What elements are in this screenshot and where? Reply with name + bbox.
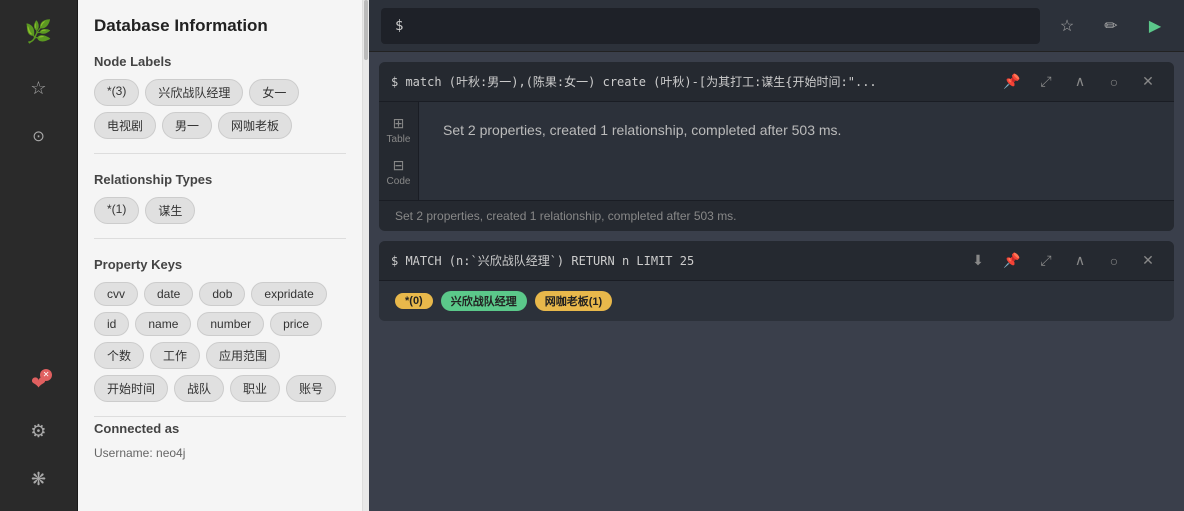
command-input[interactable]: [411, 18, 1026, 34]
code-icon: ⊟: [393, 157, 405, 174]
panel2-tag-row: *(0) 兴欣战队经理 网咖老板(1): [379, 281, 1174, 321]
tag-zhandui[interactable]: 战队: [174, 375, 224, 402]
panel2-header: $ MATCH (n:`兴欣战队经理`) RETURN n LIMIT 25 ⬇…: [379, 241, 1174, 281]
tag-date[interactable]: date: [144, 282, 193, 306]
tag-star3[interactable]: *(3): [94, 79, 139, 106]
result-panel-2: $ MATCH (n:`兴欣战队经理`) RETURN n LIMIT 25 ⬇…: [379, 241, 1174, 321]
icon-bar: 🌿 ☆ ⊙ ❤ ✕ ⚙ ❋: [0, 0, 78, 511]
tag-dianjv[interactable]: 电视剧: [94, 112, 156, 139]
panel1-table-tab[interactable]: ⊞ Table: [381, 110, 417, 150]
prop-keys-tags: cvv date dob expridate id name number pr…: [94, 282, 346, 402]
panel2-tag-1[interactable]: *(0): [395, 293, 433, 309]
panel2-refresh-btn[interactable]: ○: [1100, 247, 1128, 275]
sidebar-scrollbar[interactable]: [363, 0, 369, 511]
tag-expridate[interactable]: expridate: [251, 282, 326, 306]
code-tab-label: Code: [387, 176, 411, 187]
panel1-query: $ match (叶秋:男一),(陈果:女一) create (叶秋)-[为其打…: [391, 73, 992, 90]
tag-kaishi[interactable]: 开始时间: [94, 375, 168, 402]
panel1-close-btn[interactable]: ✕: [1134, 68, 1162, 96]
panel1-header: $ match (叶秋:男一),(陈果:女一) create (叶秋)-[为其打…: [379, 62, 1174, 102]
app-logo: 🌿: [17, 10, 61, 54]
panel1-side-tabs: ⊞ Table ⊟ Code: [379, 102, 419, 200]
tag-dob[interactable]: dob: [199, 282, 245, 306]
tag-geshu[interactable]: 个数: [94, 342, 144, 369]
tag-nvyi[interactable]: 女一: [249, 79, 299, 106]
table-tab-label: Table: [387, 134, 411, 145]
sidebar-title: Database Information: [94, 16, 346, 36]
panel2-pin-btn[interactable]: 📌: [998, 247, 1026, 275]
star-nav-icon[interactable]: ☆: [17, 66, 61, 110]
tag-nanyi[interactable]: 男一: [162, 112, 212, 139]
divider1: [94, 153, 346, 154]
panel2-tag-2[interactable]: 兴欣战队经理: [441, 291, 527, 311]
panel2-download-btn[interactable]: ⬇: [964, 247, 992, 275]
sidebar: Database Information Node Labels *(3) 兴欣…: [78, 0, 363, 511]
panel1-code-tab[interactable]: ⊟ Code: [381, 152, 417, 192]
panel1-footer: Set 2 properties, created 1 relationship…: [379, 200, 1174, 231]
tag-name[interactable]: name: [135, 312, 191, 336]
rel-types-tags: *(1) 谋生: [94, 197, 346, 224]
panel2-close-btn[interactable]: ✕: [1134, 247, 1162, 275]
tag-yingyong[interactable]: 应用范围: [206, 342, 280, 369]
panel1-body: ⊞ Table ⊟ Code Set 2 properties, created…: [379, 102, 1174, 200]
node-labels-heading: Node Labels: [94, 54, 346, 69]
tag-number[interactable]: number: [197, 312, 264, 336]
tag-zhiye[interactable]: 职业: [230, 375, 280, 402]
search-nav-icon[interactable]: ⊙: [17, 114, 61, 158]
panel1-expand-btn[interactable]: ⤢: [1032, 68, 1060, 96]
result-panels: $ match (叶秋:男一),(陈果:女一) create (叶秋)-[为其打…: [369, 52, 1184, 511]
command-bar: $ ☆ ✏ ▶: [369, 0, 1184, 52]
tag-wangka[interactable]: 网咖老板: [218, 112, 292, 139]
settings-nav-icon[interactable]: ⚙: [17, 409, 61, 453]
connected-username: Username: neo4j: [94, 446, 346, 460]
divider2: [94, 238, 346, 239]
panel2-query: $ MATCH (n:`兴欣战队经理`) RETURN n LIMIT 25: [391, 252, 958, 269]
sidebar-scroll-thumb[interactable]: [364, 0, 368, 60]
divider3: [94, 416, 346, 417]
panel1-content-text: Set 2 properties, created 1 relationship…: [443, 122, 841, 138]
cmd-dollar-sign: $: [395, 18, 403, 34]
tag-star1[interactable]: *(1): [94, 197, 139, 224]
tag-id[interactable]: id: [94, 312, 129, 336]
panel1-up-btn[interactable]: ∧: [1066, 68, 1094, 96]
panel2-expand-btn[interactable]: ⤢: [1032, 247, 1060, 275]
connected-as-heading: Connected as: [94, 421, 346, 436]
panel2-tag-3[interactable]: 网咖老板(1): [535, 291, 612, 311]
panel1-refresh-btn[interactable]: ○: [1100, 68, 1128, 96]
node-labels-tags: *(3) 兴欣战队经理 女一 电视剧 男一 网咖老板: [94, 79, 346, 139]
bulb-nav-icon[interactable]: ❋: [17, 457, 61, 501]
panel1-content: Set 2 properties, created 1 relationship…: [419, 102, 1174, 200]
favorite-cmd-btn[interactable]: ☆: [1050, 9, 1084, 43]
panel2-up-btn[interactable]: ∧: [1066, 247, 1094, 275]
command-input-wrapper: $: [381, 8, 1040, 44]
tag-price[interactable]: price: [270, 312, 322, 336]
rel-types-heading: Relationship Types: [94, 172, 346, 187]
result-panel-1: $ match (叶秋:男一),(陈果:女一) create (叶秋)-[为其打…: [379, 62, 1174, 231]
tag-gongzuo[interactable]: 工作: [150, 342, 200, 369]
error-nav-icon[interactable]: ❤ ✕: [17, 361, 61, 405]
edit-cmd-btn[interactable]: ✏: [1094, 9, 1128, 43]
tag-zhanghao[interactable]: 账号: [286, 375, 336, 402]
table-icon: ⊞: [393, 115, 405, 132]
tag-mou[interactable]: 谋生: [145, 197, 195, 224]
panel1-pin-btn[interactable]: 📌: [998, 68, 1026, 96]
tag-xingxin[interactable]: 兴欣战队经理: [145, 79, 243, 106]
prop-keys-heading: Property Keys: [94, 257, 346, 272]
run-cmd-btn[interactable]: ▶: [1138, 9, 1172, 43]
tag-cvv[interactable]: cvv: [94, 282, 138, 306]
main-content: $ ☆ ✏ ▶ $ match (叶秋:男一),(陈果:女一) create (…: [369, 0, 1184, 511]
panel1-footer-text: Set 2 properties, created 1 relationship…: [395, 209, 737, 223]
